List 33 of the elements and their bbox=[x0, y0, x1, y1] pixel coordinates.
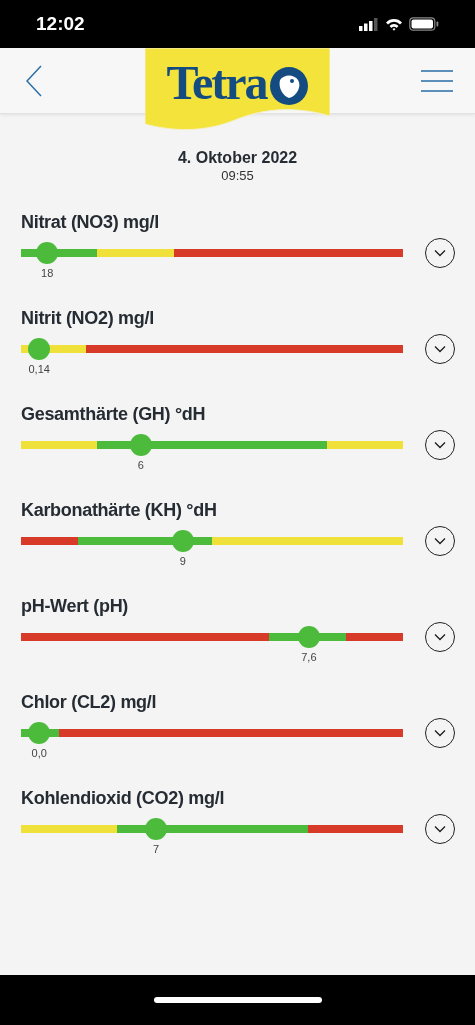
value-label: 9 bbox=[178, 555, 187, 567]
battery-icon bbox=[409, 17, 439, 31]
back-chevron-icon bbox=[26, 64, 42, 97]
menu-button[interactable] bbox=[421, 68, 453, 93]
parameter-title: Nitrit (NO2) mg/l bbox=[21, 307, 154, 330]
logo-wordmark: Tetra bbox=[166, 56, 267, 110]
parameter-title: pH-Wert (pH) bbox=[21, 595, 129, 618]
slider-thumb[interactable] bbox=[28, 338, 51, 360]
parameter-title: Kohlendioxid (CO2) mg/l bbox=[21, 787, 225, 810]
wifi-icon bbox=[385, 17, 403, 31]
chevron-icon bbox=[434, 537, 446, 545]
parameter-title: Karbonathärte (KH) °dH bbox=[21, 499, 217, 522]
value-label: 0,14 bbox=[27, 363, 51, 375]
date-heading: 4. Oktober 2022 bbox=[177, 148, 298, 168]
value-label: 7 bbox=[152, 843, 161, 855]
chevron-icon bbox=[434, 633, 446, 641]
chevron-icon bbox=[434, 249, 446, 257]
status-time: 12:02 bbox=[36, 11, 85, 36]
parameter-title: Chlor (CL2) mg/l bbox=[21, 691, 157, 714]
menu-icon bbox=[421, 69, 453, 92]
parameter-title: Nitrat (NO3) mg/l bbox=[21, 211, 159, 234]
value-label: 6 bbox=[136, 459, 145, 471]
value-label: 7,6 bbox=[300, 651, 318, 663]
value-label: 0,0 bbox=[30, 747, 48, 759]
chevron-icon bbox=[434, 729, 446, 737]
value-label: 18 bbox=[40, 267, 55, 279]
fish-emblem-icon bbox=[268, 66, 309, 106]
chevron-icon bbox=[434, 345, 446, 353]
parameter-title: Gesamthärte (GH) °dH bbox=[21, 403, 206, 426]
time-subheading: 09:55 bbox=[221, 168, 254, 184]
chevron-icon bbox=[434, 441, 446, 449]
chevron-icon bbox=[434, 825, 446, 833]
signal-icon bbox=[359, 17, 379, 31]
